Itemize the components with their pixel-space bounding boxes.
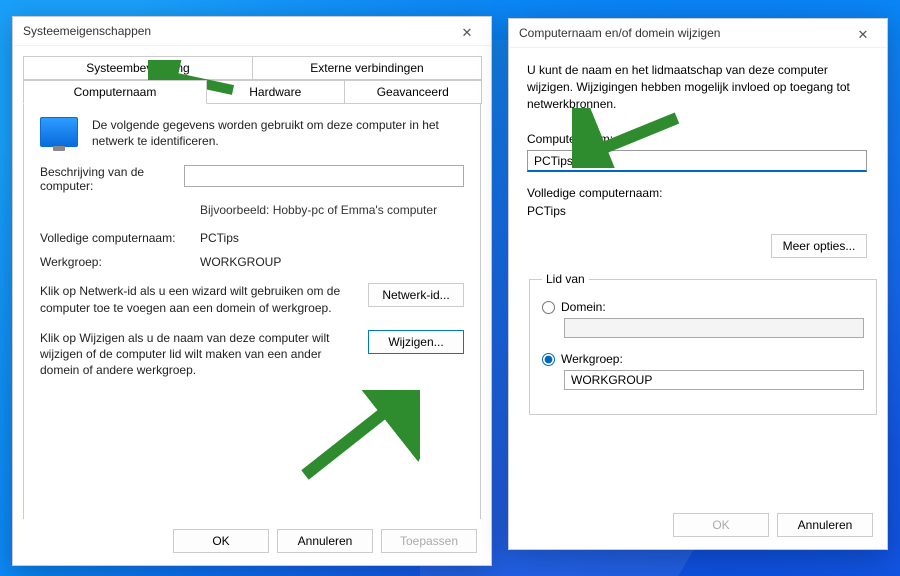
tab-computer-name[interactable]: Computernaam [23,80,207,104]
description-label: Beschrijving van de computer: [40,165,184,193]
tab-system-protection[interactable]: Systeembeveiliging [23,56,253,80]
cancel-button[interactable]: Annuleren [277,529,373,553]
tab-remote[interactable]: Externe verbindingen [252,56,482,80]
workgroup-label: Werkgroep: [40,255,200,269]
full-computer-name-label: Volledige computernaam: [40,231,200,245]
dialog-footer: OK Annuleren Toepassen [13,519,491,565]
rename-computer-dialog: Computernaam en/of domein wijzigen ✕ U k… [508,18,888,550]
change-explain: Klik op Wijzigen als u de naam van deze … [40,330,368,379]
cancel-button[interactable]: Annuleren [777,513,873,537]
change-button[interactable]: Wijzigen... [368,330,464,354]
member-of-legend: Lid van [542,272,589,286]
workgroup-label[interactable]: Werkgroep: [561,352,623,366]
close-icon: ✕ [462,25,473,40]
tab-row-top: Systeembeveiliging Externe verbindingen [23,56,481,80]
computer-name-label: Computernaam: [527,132,869,146]
dialog-title: Computernaam en/of domein wijzigen [519,26,720,40]
close-button[interactable]: ✕ [843,21,883,43]
more-options-button[interactable]: Meer opties... [771,234,867,258]
dialog-titlebar[interactable]: Systeemeigenschappen ✕ [13,17,491,46]
tab-row-bottom: Computernaam Hardware Geavanceerd [23,80,481,104]
tab-hardware[interactable]: Hardware [206,80,345,104]
network-id-explain: Klik op Netwerk-id als u een wizard wilt… [40,283,368,315]
dialog-titlebar[interactable]: Computernaam en/of domein wijzigen ✕ [509,19,887,48]
info-text: U kunt de naam en het lidmaatschap van d… [527,62,869,112]
dialog-footer: OK Annuleren [509,503,887,549]
workgroup-value: WORKGROUP [200,255,464,269]
network-id-button[interactable]: Netwerk-id... [368,283,464,307]
dialog-title: Systeemeigenschappen [23,24,151,38]
tab-strip: Systeembeveiliging Externe verbindingen … [23,56,481,104]
ok-button[interactable]: OK [673,513,769,537]
full-computer-name-value: PCTips [200,231,464,245]
full-computer-name-label: Volledige computernaam: [527,186,869,200]
tab-advanced[interactable]: Geavanceerd [344,80,483,104]
full-computer-name-value: PCTips [527,204,869,218]
close-icon: ✕ [858,27,869,42]
member-of-group: Lid van Domein: Werkgroep: [529,272,877,415]
computer-name-input[interactable] [527,150,867,172]
close-button[interactable]: ✕ [447,19,487,41]
tab-panel-computer-name: De volgende gegevens worden gebruikt om … [23,103,481,521]
intro-text: De volgende gegevens worden gebruikt om … [92,117,464,149]
ok-button[interactable]: OK [173,529,269,553]
domain-input [564,318,864,338]
apply-button[interactable]: Toepassen [381,529,477,553]
workgroup-radio[interactable] [542,353,555,366]
workgroup-input[interactable] [564,370,864,390]
domain-radio[interactable] [542,301,555,314]
description-example: Bijvoorbeeld: Hobby-pc of Emma's compute… [200,203,464,217]
computer-icon [40,117,78,147]
description-input[interactable] [184,165,464,187]
system-properties-dialog: Systeemeigenschappen ✕ Systeembeveiligin… [12,16,492,566]
domain-label[interactable]: Domein: [561,300,606,314]
